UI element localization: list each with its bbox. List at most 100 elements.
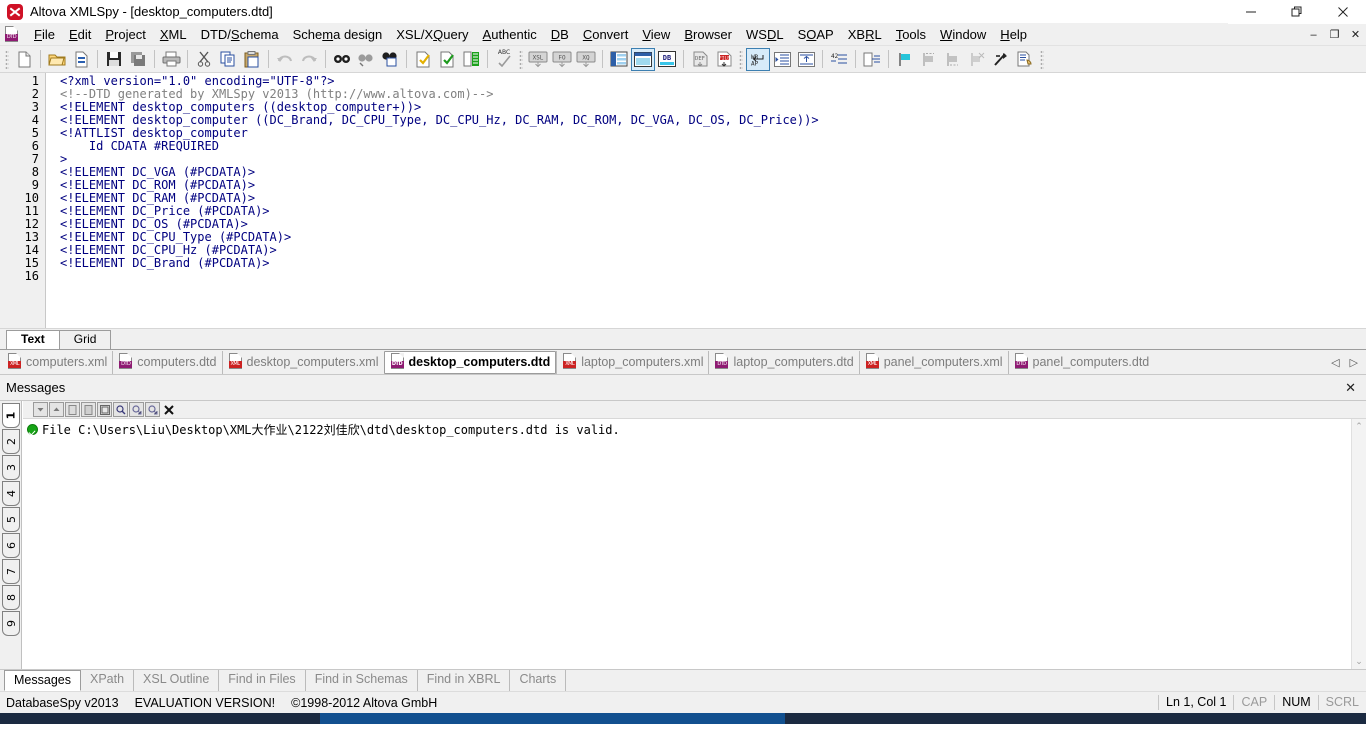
find-icon[interactable] [330,48,354,71]
menu-wsdl[interactable]: WSDL [739,25,791,44]
bottom-tab-find-in-schemas[interactable]: Find in Schemas [306,670,418,691]
open-file-icon[interactable] [45,48,69,71]
message-slot-tab-8[interactable]: 8 [2,585,20,610]
xsl-transform-icon[interactable]: XSL [526,48,550,71]
print-icon[interactable] [159,48,183,71]
menu-convert[interactable]: Convert [576,25,636,44]
word-wrap-icon[interactable]: WR AP [746,47,770,71]
message-slot-tab-5[interactable]: 5 [2,507,20,532]
reload-file-icon[interactable] [69,48,93,71]
menu-project[interactable]: Project [98,25,152,44]
undo-icon[interactable] [273,48,297,71]
mdi-close-button[interactable]: ✕ [1349,28,1362,41]
save-file-icon[interactable] [102,48,126,71]
fo-transform-icon[interactable]: FO [550,48,574,71]
menu-edit[interactable]: Edit [62,25,98,44]
bookmark-clear-icon[interactable] [965,48,989,71]
scroll-up-icon[interactable]: ⌃ [1355,421,1363,432]
message-slot-tab-2[interactable]: 2 [2,429,20,454]
messages-vertical-scrollbar[interactable]: ⌃ ⌄ [1351,419,1366,669]
toolbar-grip-4[interactable] [1040,49,1044,69]
grid-view-icon[interactable] [607,48,631,71]
toolbar-grip[interactable] [5,49,9,69]
file-tab-scroll-prev[interactable]: ◁ [1331,356,1339,369]
file-tab-scroll-next[interactable]: ▷ [1350,356,1358,369]
menu-db[interactable]: DB [544,25,576,44]
xquery-execute-icon[interactable]: XQ [574,48,598,71]
schema-def-icon[interactable]: DEF [688,48,712,71]
new-file-icon[interactable] [12,48,36,71]
find-next-icon[interactable] [354,48,378,71]
text-view-icon[interactable] [631,47,655,71]
menu-xbrl[interactable]: XBRL [841,25,889,44]
list-item[interactable]: File C:\Users\Liu\Desktop\XML大作业\2122刘佳欣… [27,422,1351,437]
pretty-print-icon[interactable] [860,48,884,71]
menu-authentic[interactable]: Authentic [476,25,544,44]
minimize-window-button[interactable] [1228,0,1274,24]
copy-icon[interactable] [216,48,240,71]
assign-dtd-icon[interactable] [459,48,483,71]
comment-toggle-icon[interactable] [989,48,1013,71]
bottom-tab-find-in-files[interactable]: Find in Files [219,670,306,691]
file-def-icon[interactable]: FILE [712,48,736,71]
previous-message-button[interactable] [49,402,64,417]
copy-message-children-button[interactable] [81,402,96,417]
find-in-files-icon[interactable] [378,48,402,71]
entity-define-icon[interactable] [1013,48,1037,71]
menu-view[interactable]: View [635,25,677,44]
messages-list[interactable]: File C:\Users\Liu\Desktop\XML大作业\2122刘佳欣… [23,419,1366,669]
toolbar-grip-2[interactable] [519,49,523,69]
mdi-restore-button[interactable]: ❐ [1328,28,1341,41]
find-next-button[interactable] [145,402,160,417]
menu-help[interactable]: Help [993,25,1034,44]
tab-grid[interactable]: Grid [58,330,112,349]
find-message-button[interactable] [113,402,128,417]
paste-icon[interactable] [240,48,264,71]
message-slot-tab-6[interactable]: 6 [2,533,20,558]
file-tab-panel_computers-dtd[interactable]: DTD panel_computers.dtd [1007,350,1155,374]
bottom-tab-find-in-xbrl[interactable]: Find in XBRL [418,670,511,691]
indent-decrease-icon[interactable] [794,48,818,71]
bottom-tab-xsl-outline[interactable]: XSL Outline [134,670,220,691]
save-all-icon[interactable] [126,48,150,71]
bookmark-toggle-icon[interactable] [893,48,917,71]
menu-browser[interactable]: Browser [677,25,739,44]
menu-tools[interactable]: Tools [889,25,933,44]
file-tab-desktop_computers-dtd[interactable]: DTD desktop_computers.dtd [383,350,557,374]
bottom-tab-messages[interactable]: Messages [4,670,81,691]
close-window-button[interactable] [1320,0,1366,24]
database-view-icon[interactable]: DB [655,48,679,71]
check-well-formed-icon[interactable] [411,48,435,71]
menu-schema-design[interactable]: Schema design [286,25,390,44]
indent-increase-icon[interactable] [770,48,794,71]
message-slot-tab-4[interactable]: 4 [2,481,20,506]
cut-icon[interactable] [192,48,216,71]
redo-icon[interactable] [297,48,321,71]
toolbar-grip-3[interactable] [739,49,743,69]
close-icon[interactable]: ✕ [1341,380,1360,396]
scroll-down-icon[interactable]: ⌄ [1355,656,1363,667]
bottom-tab-charts[interactable]: Charts [510,670,567,691]
clear-messages-button[interactable] [161,402,176,417]
spell-check-icon[interactable]: ABC [492,48,516,71]
tab-text[interactable]: Text [6,330,60,349]
menu-soap[interactable]: SOAP [791,25,841,44]
file-tab-desktop_computers-xml[interactable]: XML desktop_computers.xml [221,350,384,374]
message-slot-tab-3[interactable]: 3 [2,455,20,480]
taskbar-active-window[interactable] [320,713,785,724]
message-slot-tab-7[interactable]: 7 [2,559,20,584]
file-tab-computers-xml[interactable]: XML computers.xml [2,351,112,374]
file-tab-laptop_computers-xml[interactable]: XML laptop_computers.xml [556,350,708,374]
code-editor[interactable]: 1 2 3 4 5 6 7 8 9 10 11 12 13 14 15 16 <?xml version="1… [0,73,1366,329]
bookmark-prev-icon[interactable] [917,48,941,71]
file-tab-computers-dtd[interactable]: DTD computers.dtd [112,350,221,374]
menu-dtd-schema[interactable]: DTD/Schema [194,25,286,44]
menu-xml[interactable]: XML [153,25,194,44]
maximize-window-button[interactable] [1274,0,1320,24]
copy-all-messages-button[interactable] [97,402,112,417]
code-text-area[interactable]: <?xml version="1.0" encoding="UTF-8"?> <!… [46,73,1366,328]
message-slot-tab-9[interactable]: 9 [2,611,20,636]
copy-message-button[interactable] [65,402,80,417]
message-slot-tab-1[interactable]: 1 [2,403,20,428]
next-message-button[interactable] [33,402,48,417]
